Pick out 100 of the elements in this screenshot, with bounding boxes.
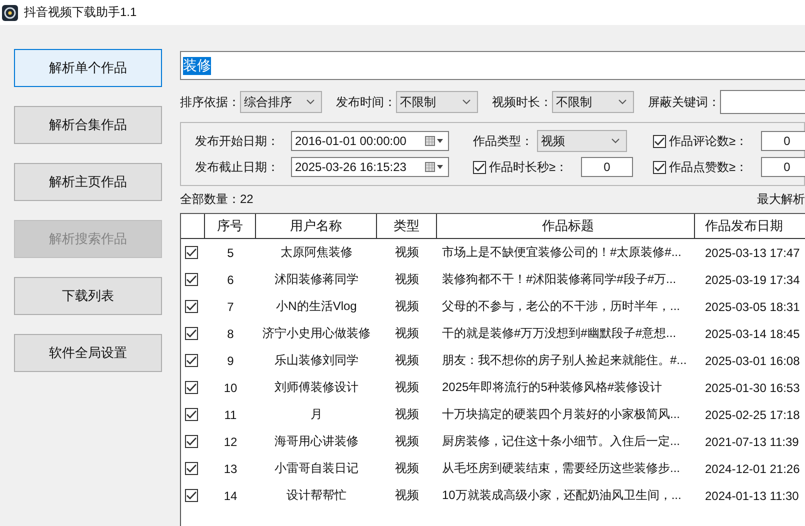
table-cell-text: 视频 — [394, 379, 420, 396]
row-checkbox[interactable] — [185, 381, 198, 394]
row-checkbox[interactable] — [185, 462, 198, 475]
threshold-field[interactable]: 0 — [581, 157, 633, 177]
table-cell-text: 2025-01-30 16:53 — [704, 380, 801, 394]
row-checkbox[interactable] — [185, 489, 198, 502]
table-cell-text: 5 — [226, 246, 235, 260]
table-cell-text: 装修狗都不干！#沭阳装修蒋同学#段子#万... — [441, 271, 678, 288]
chevron-down-icon — [611, 138, 620, 144]
table-cell-text: 干的就是装修#万万没想到#幽默段子#意想... — [441, 325, 678, 342]
table-cell-text: 12 — [222, 434, 238, 448]
table-cell-text: 视频 — [394, 433, 420, 450]
date-picker[interactable]: 2025-03-26 16:15:23 — [291, 157, 449, 177]
table-cell-text: 13 — [222, 462, 238, 476]
threshold-label: 作品点赞数≥： — [669, 158, 749, 176]
table-cell-text: 2025-03-19 17:34 — [704, 272, 801, 286]
nav-button[interactable]: 解析合集作品 — [14, 106, 162, 144]
window-title: 抖音视频下载助手1.1 — [24, 4, 137, 21]
table-cell-text: 太原阿焦装修 — [280, 244, 354, 261]
table-cell-text: 月 — [310, 406, 324, 423]
table-cell-text: 2025年即将流行的5种装修风格#装修设计 — [441, 379, 664, 396]
table-cell-text: 2025-03-01 16:08 — [704, 354, 801, 368]
table-cell-text: 视频 — [394, 460, 420, 477]
nav-button[interactable]: 下载列表 — [14, 277, 162, 315]
filter-label: 发布时间： — [336, 94, 396, 110]
search-field[interactable]: 装修 — [180, 51, 805, 80]
filter-label: 视频时长： — [492, 94, 552, 110]
table-cell-text: 视频 — [394, 325, 420, 342]
threshold-label: 作品评论数≥： — [669, 132, 749, 150]
table-cell-text: 父母的不参与，老公的不干涉，历时半年，... — [441, 298, 682, 315]
max-parse-label: 最大解析 — [757, 191, 805, 208]
table-cell-text: 2025-03-14 18:45 — [704, 326, 801, 340]
nav-button[interactable]: 软件全局设置 — [14, 334, 162, 372]
dropdown[interactable]: 综合排序 — [240, 91, 322, 113]
table-cell-text: 从毛坯房到硬装结束，需要经历这些装修步... — [441, 460, 682, 477]
table-cell-text: 视频 — [394, 271, 420, 288]
row-checkbox[interactable] — [185, 435, 198, 448]
column-header[interactable]: 用户名称 — [256, 214, 377, 238]
row-checkbox[interactable] — [185, 408, 198, 421]
table-cell-text: 9 — [226, 354, 235, 368]
table-cell-text: 视频 — [394, 406, 420, 423]
threshold-checkbox[interactable] — [473, 160, 486, 174]
calendar-icon — [425, 162, 445, 172]
table-cell-text: 乐山装修刘同学 — [274, 352, 360, 369]
table-cell-text: 视频 — [394, 244, 420, 261]
table-cell-text: 7 — [226, 300, 235, 314]
table-cell-text: 设计帮帮忙 — [286, 487, 348, 504]
threshold-checkbox[interactable] — [653, 160, 666, 174]
nav-button[interactable]: 解析单个作品 — [14, 49, 162, 87]
table-cell-text: 11 — [223, 408, 238, 422]
chevron-down-icon — [618, 99, 627, 105]
date-label: 发布开始日期： — [195, 132, 280, 150]
filter-label: 屏蔽关键词： — [648, 94, 720, 110]
row-checkbox[interactable] — [185, 273, 198, 286]
column-header[interactable]: 作品标题 — [437, 214, 695, 238]
table-cell-text: 2025-03-13 17:47 — [704, 246, 801, 260]
table-cell-text: 2024-12-01 21:26 — [704, 462, 801, 476]
table-cell-text: 小雷哥自装日记 — [274, 460, 360, 477]
type-dropdown[interactable]: 视频 — [537, 130, 627, 152]
table-cell-text: 朋友：我不想你的房子别人捡起来就能住。#... — [441, 352, 688, 369]
dropdown[interactable]: 不限制 — [396, 91, 478, 113]
threshold-checkbox[interactable] — [653, 134, 666, 148]
table-cell-text: 2024-01-13 11:30 — [704, 488, 800, 502]
table-cell-text: 视频 — [394, 487, 420, 504]
type-label: 作品类型： — [473, 132, 534, 150]
row-checkbox[interactable] — [185, 300, 198, 313]
threshold-label: 作品时长秒≥： — [489, 158, 569, 176]
keyword-field[interactable] — [720, 90, 805, 114]
table-cell-text: 2025-03-05 18:31 — [704, 300, 801, 314]
column-header[interactable]: 序号 — [205, 214, 256, 238]
nav-button[interactable]: 解析主页作品 — [14, 163, 162, 201]
table-cell-text: 市场上是不缺便宜装修公司的！#太原装修#... — [441, 244, 682, 261]
chevron-down-icon — [306, 99, 315, 105]
table-cell-text: 十万块搞定的硬装四个月装好的小家极简风... — [441, 406, 682, 423]
table-cell-text: 视频 — [394, 298, 420, 315]
chevron-down-icon — [462, 99, 471, 105]
date-label: 发布截止日期： — [195, 158, 280, 176]
row-checkbox[interactable] — [185, 354, 198, 367]
table-cell-text: 厨房装修，记住这十条小细节。入住后一定... — [441, 433, 682, 450]
table-cell-text: 海哥用心讲装修 — [274, 433, 360, 450]
table-cell-text: 小N的生活Vlog — [275, 298, 358, 315]
dropdown[interactable]: 不限制 — [552, 91, 634, 113]
table-cell-text: 6 — [226, 272, 235, 286]
threshold-field[interactable]: 0 — [761, 157, 805, 177]
total-count: 全部数量：22 — [180, 191, 254, 208]
table-cell-text: 2021-07-13 11:39 — [704, 434, 800, 448]
row-checkbox[interactable] — [185, 327, 198, 340]
threshold-field[interactable]: 0 — [761, 131, 805, 151]
date-picker[interactable]: 2016-01-01 00:00:00 — [291, 131, 449, 151]
calendar-icon — [425, 136, 445, 146]
table-cell-text: 沭阳装修蒋同学 — [274, 271, 360, 288]
table-cell-text: 14 — [222, 488, 238, 502]
table-cell-text: 8 — [226, 326, 235, 340]
app-logo-icon — [2, 4, 18, 20]
table-cell-text: 10 — [222, 380, 238, 394]
table-cell-text: 刘师傅装修设计 — [274, 379, 360, 396]
table-cell-text: 济宁小史用心做装修 — [262, 325, 372, 342]
column-header[interactable]: 作品发布日期 — [695, 214, 805, 238]
column-header[interactable]: 类型 — [377, 214, 437, 238]
row-checkbox[interactable] — [185, 246, 198, 259]
